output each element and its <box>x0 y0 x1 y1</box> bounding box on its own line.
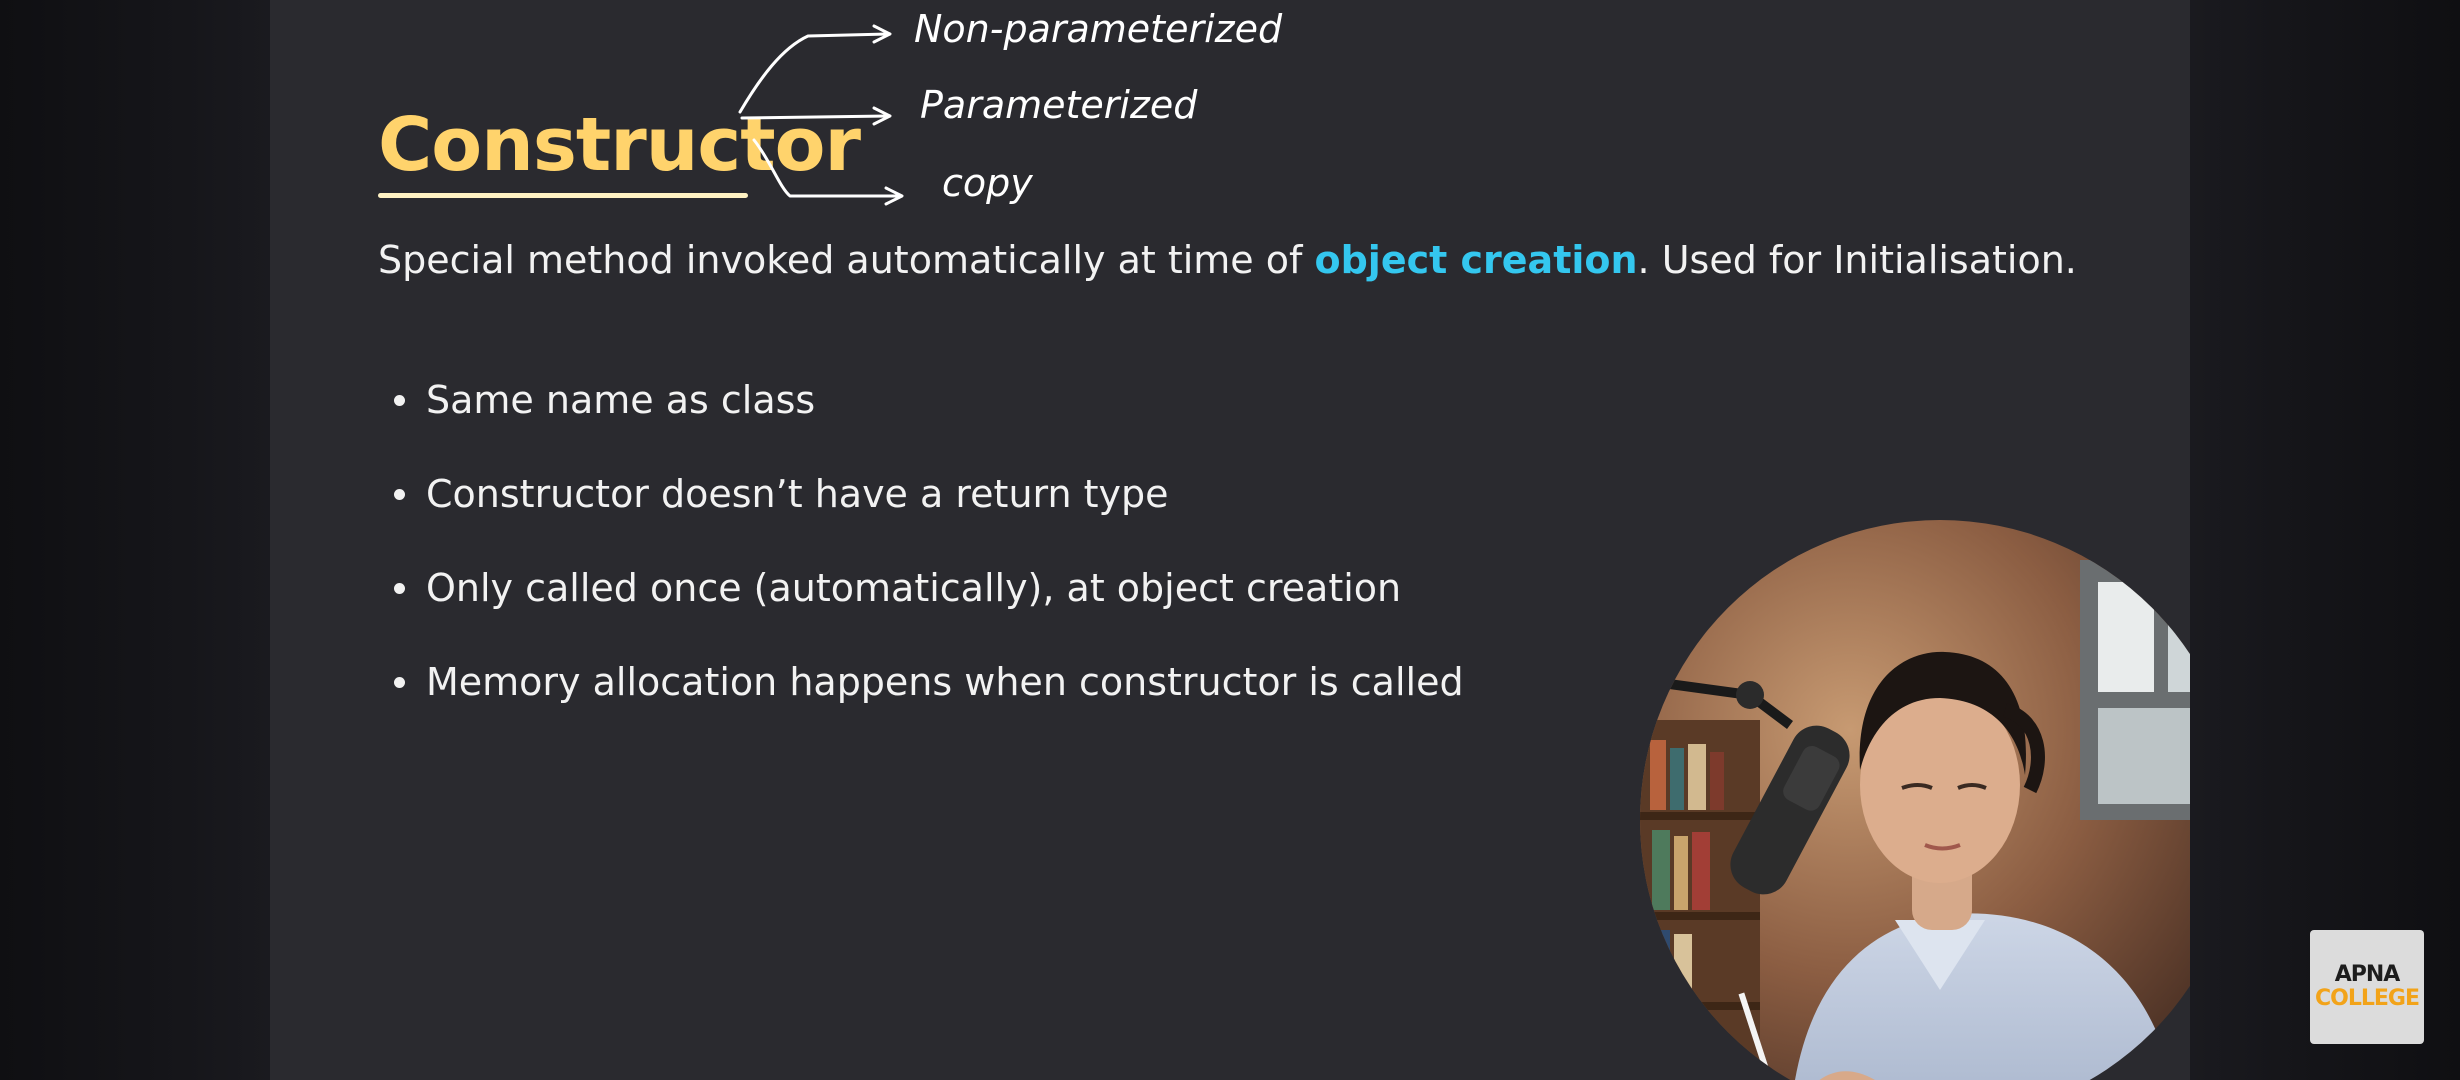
presenter-webcam <box>1640 520 2190 1080</box>
title-underline <box>378 193 748 198</box>
list-item: Only called once (automatically), at obj… <box>394 558 1464 652</box>
logo-line-apna: APNA <box>2334 962 2401 987</box>
logo-line-college: COLLEGE <box>2315 986 2420 1011</box>
subtitle-highlight: object creation <box>1314 238 1638 282</box>
bullet-text: Constructor doesn’t have a return type <box>426 472 1169 516</box>
bullet-text: Memory allocation happens when construct… <box>426 660 1464 704</box>
left-backdrop <box>0 0 270 1080</box>
arrow-head-middle <box>872 106 892 126</box>
bookshelf <box>1640 720 1760 1080</box>
lecture-slide: Constructor Special method invoked autom… <box>270 0 2190 1080</box>
bullet-dot <box>394 677 405 688</box>
bullet-dot <box>394 395 405 406</box>
annotation-parameterized: Parameterized <box>920 83 1198 127</box>
slide-title: Constructor <box>378 102 861 188</box>
bullet-dot <box>394 489 405 500</box>
list-item: Same name as class <box>394 370 1464 464</box>
annotation-copy: copy <box>942 161 1033 205</box>
window-frame <box>2080 560 2190 820</box>
slide-subtitle: Special method invoked automatically at … <box>378 238 2077 284</box>
bullet-dot <box>394 583 405 594</box>
bullet-list: Same name as class Constructor doesn’t h… <box>394 370 1464 746</box>
subtitle-text: Special method invoked automatically at … <box>378 238 1315 282</box>
arrow-stroke-upper <box>738 32 890 114</box>
bullet-text: Only called once (automatically), at obj… <box>426 566 1402 610</box>
list-item: Constructor doesn’t have a return type <box>394 464 1464 558</box>
right-backdrop <box>2190 0 2460 1080</box>
arrow-head-upper <box>872 24 892 44</box>
apna-college-logo: APNA COLLEGE <box>2310 930 2424 1044</box>
presenter-image <box>1640 520 2190 1080</box>
list-item: Memory allocation happens when construct… <box>394 652 1464 746</box>
annotation-non-parameterized: Non-parameterized <box>914 7 1283 51</box>
bullet-text: Same name as class <box>426 378 816 422</box>
arrow-head-lower <box>884 186 904 206</box>
subtitle-text-end: . Used for Initialisation. <box>1637 238 2077 282</box>
